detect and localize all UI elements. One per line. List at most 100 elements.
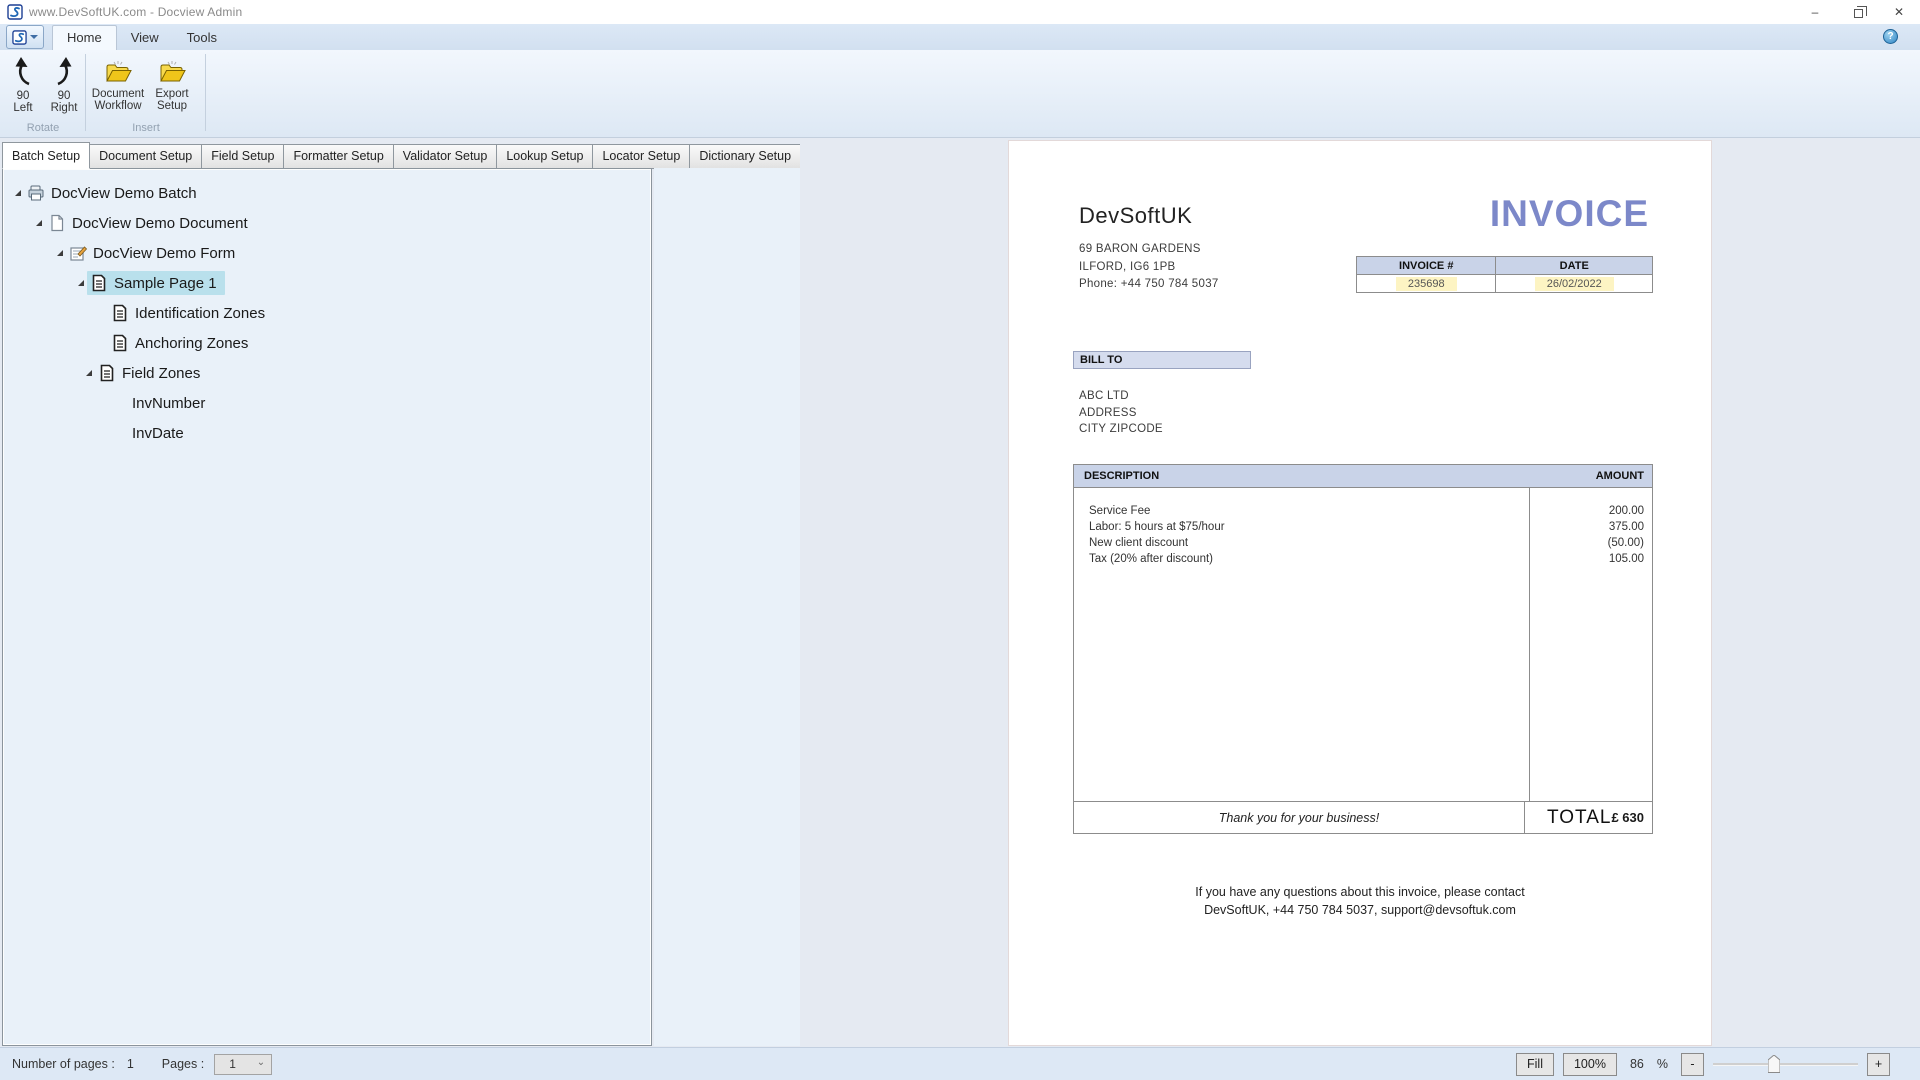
- descriptions: Service Fee Labor: 5 hours at $75/hour N…: [1074, 488, 1530, 801]
- tree-expander-icon[interactable]: [53, 249, 66, 257]
- invoice-meta-table: INVOICE # DATE 235698 26/02/2022: [1356, 256, 1653, 293]
- app-menu-button[interactable]: [6, 25, 44, 49]
- group-label-insert: Insert: [86, 122, 206, 134]
- page-list-icon: [90, 274, 108, 292]
- ribbon-tab-home[interactable]: Home: [52, 25, 117, 50]
- window-title: www.DevSoftUK.com - Docview Admin: [29, 5, 242, 19]
- ribbon-tab-tools[interactable]: Tools: [173, 26, 231, 50]
- selected-tree-item[interactable]: Sample Page 1: [87, 271, 225, 295]
- tree-expander-icon[interactable]: [82, 369, 95, 377]
- tree-item-document[interactable]: DocView Demo Document: [3, 208, 651, 238]
- chevron-down-icon: ⌄: [257, 1057, 265, 1068]
- form-icon: [69, 244, 87, 262]
- folder-icon: [104, 59, 132, 85]
- description-column-header: DESCRIPTION: [1074, 470, 1530, 482]
- export-setup-button[interactable]: ExportSetup: [148, 54, 196, 118]
- total-label: TOTAL: [1525, 807, 1611, 829]
- amount-column-header: AMOUNT: [1530, 470, 1652, 482]
- ribbon-tab-row: Home View Tools ?: [0, 24, 1920, 50]
- tree-item-label: InvDate: [132, 425, 184, 442]
- tab-lookup-setup[interactable]: Lookup Setup: [497, 144, 593, 169]
- tab-document-setup[interactable]: Document Setup: [90, 144, 202, 169]
- zoom-value: 86: [1630, 1057, 1644, 1071]
- total-amount: £ 630: [1611, 810, 1652, 825]
- tree-item-label: InvNumber: [132, 395, 205, 412]
- invoice-company-address: 69 BARON GARDENS ILFORD, IG6 1PB Phone: …: [1079, 241, 1219, 294]
- fill-button[interactable]: Fill: [1516, 1053, 1554, 1076]
- app-logo-icon: [7, 4, 23, 20]
- tree-expander-icon[interactable]: [74, 279, 87, 287]
- zoom-out-button[interactable]: -: [1681, 1053, 1704, 1076]
- tab-formatter-setup[interactable]: Formatter Setup: [284, 144, 393, 169]
- tab-validator-setup[interactable]: Validator Setup: [394, 144, 498, 169]
- tree-item-invnumber[interactable]: InvNumber: [3, 388, 651, 418]
- bill-to-header: BILL TO: [1073, 351, 1251, 369]
- amounts: 200.00 375.00 (50.00) 105.00: [1530, 488, 1652, 801]
- app-logo-icon: [12, 30, 27, 45]
- tree-item-sample-page-1[interactable]: Sample Page 1: [3, 268, 651, 298]
- slider-thumb-icon[interactable]: [1768, 1055, 1780, 1073]
- close-button[interactable]: ✕: [1878, 0, 1920, 24]
- ribbon-tab-view[interactable]: View: [117, 26, 173, 50]
- tree-item-invdate[interactable]: InvDate: [3, 418, 651, 448]
- pages-count-label: Number of pages :: [12, 1057, 115, 1071]
- tree-item-field-zones[interactable]: Field Zones: [3, 358, 651, 388]
- rotate-90-left-button[interactable]: 90Left: [3, 54, 43, 118]
- tab-locator-setup[interactable]: Locator Setup: [593, 144, 690, 169]
- tree-item-label: Sample Page 1: [114, 275, 217, 292]
- document-workflow-button[interactable]: DocumentWorkflow: [90, 54, 146, 118]
- tab-field-setup[interactable]: Field Setup: [202, 144, 284, 169]
- tree-item-batch[interactable]: DocView Demo Batch: [3, 178, 651, 208]
- batch-icon: [27, 184, 45, 202]
- page-select-dropdown[interactable]: 1 ⌄: [214, 1054, 272, 1075]
- group-separator: [205, 54, 206, 131]
- tree-panel-gap: [654, 168, 800, 1046]
- slider-track: [1713, 1063, 1858, 1066]
- title-bar: www.DevSoftUK.com - Docview Admin – ✕: [0, 0, 1920, 24]
- pages-label: Pages :: [162, 1057, 204, 1071]
- invoice-date-header: DATE: [1496, 257, 1653, 275]
- tree-item-label: Identification Zones: [135, 305, 265, 322]
- minimize-button[interactable]: –: [1794, 0, 1836, 24]
- tree-item-anchoring-zones[interactable]: Anchoring Zones: [3, 328, 651, 358]
- invoice-company-name: DevSoftUK: [1079, 203, 1192, 229]
- tree-item-label: DocView Demo Batch: [51, 185, 197, 202]
- tab-batch-setup[interactable]: Batch Setup: [2, 142, 90, 169]
- tree-item-label: DocView Demo Form: [93, 245, 235, 262]
- rotate-left-icon: [10, 57, 36, 87]
- zoom-in-button[interactable]: +: [1867, 1053, 1890, 1076]
- rotate-90-right-button[interactable]: 90Right: [44, 54, 84, 118]
- invoice-page: DevSoftUK 69 BARON GARDENS ILFORD, IG6 1…: [1008, 140, 1712, 1046]
- bill-to-address: ABC LTD ADDRESS CITY ZIPCODE: [1079, 388, 1163, 438]
- ribbon-group-rotate: 90Left 90Right Rotate: [0, 50, 86, 137]
- invoice-footer: If you have any questions about this inv…: [1009, 883, 1711, 919]
- rotate-right-icon: [51, 57, 77, 87]
- page-list-icon: [111, 304, 129, 322]
- batch-tree-panel: DocView Demo Batch DocView Demo Document…: [2, 168, 652, 1046]
- tree-item-form[interactable]: DocView Demo Form: [3, 238, 651, 268]
- invoice-title: INVOICE: [1490, 193, 1649, 235]
- setup-tab-strip: Batch Setup Document Setup Field Setup F…: [2, 140, 800, 169]
- restore-icon: [1854, 9, 1863, 18]
- status-bar: Number of pages : 1 Pages : 1 ⌄ Fill 100…: [0, 1047, 1920, 1080]
- ribbon: 90Left 90Right Rotate DocumentWorkflow: [0, 50, 1920, 138]
- page-list-icon: [111, 334, 129, 352]
- tree-expander-icon[interactable]: [11, 189, 24, 197]
- zoom-100-button[interactable]: 100%: [1563, 1053, 1617, 1076]
- percent-label: %: [1657, 1057, 1668, 1071]
- chevron-down-icon: [30, 35, 38, 39]
- restore-button[interactable]: [1836, 0, 1878, 24]
- tree-item-label: Anchoring Zones: [135, 335, 248, 352]
- tree-expander-icon[interactable]: [32, 219, 45, 227]
- group-label-rotate: Rotate: [0, 122, 86, 134]
- tree-item-identification-zones[interactable]: Identification Zones: [3, 298, 651, 328]
- document-icon: [48, 214, 66, 232]
- help-icon[interactable]: ?: [1883, 29, 1898, 44]
- folder-icon: [158, 59, 186, 85]
- zoom-slider[interactable]: [1713, 1055, 1858, 1073]
- tab-dictionary-setup[interactable]: Dictionary Setup: [690, 144, 801, 169]
- invoice-number-header: INVOICE #: [1357, 257, 1496, 275]
- invoice-items-table: DESCRIPTION AMOUNT Service Fee Labor: 5 …: [1073, 464, 1653, 834]
- invoice-date-value: 26/02/2022: [1535, 277, 1614, 291]
- document-viewer[interactable]: DevSoftUK 69 BARON GARDENS ILFORD, IG6 1…: [800, 139, 1920, 1047]
